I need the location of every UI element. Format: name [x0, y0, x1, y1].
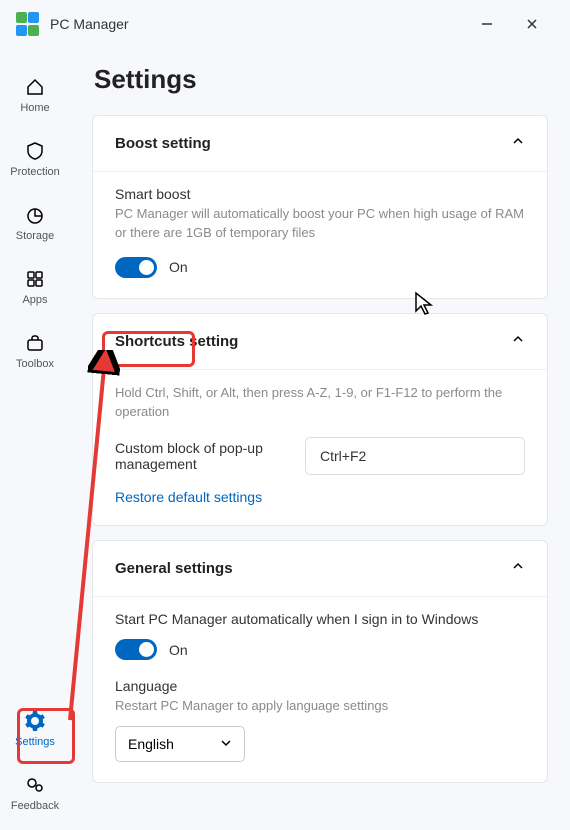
- close-button[interactable]: [509, 8, 554, 40]
- shortcuts-setting-card: Shortcuts setting Hold Ctrl, Shift, or A…: [92, 313, 548, 527]
- shortcut-input[interactable]: Ctrl+F2: [305, 437, 525, 475]
- card-title: General settings: [115, 560, 233, 577]
- main-content: Settings Boost setting Smart boost PC Ma…: [70, 48, 570, 830]
- sidebar-item-toolbox[interactable]: Toolbox: [7, 324, 63, 376]
- general-card-header[interactable]: General settings: [93, 541, 547, 596]
- sidebar-item-label: Storage: [16, 230, 55, 242]
- boost-setting-card: Boost setting Smart boost PC Manager wil…: [92, 115, 548, 299]
- smart-boost-desc: PC Manager will automatically boost your…: [115, 205, 525, 243]
- toolbox-icon: [24, 332, 46, 354]
- restore-defaults-link[interactable]: Restore default settings: [115, 489, 525, 505]
- sidebar-item-label: Home: [20, 102, 49, 114]
- sidebar-item-label: Settings: [15, 736, 55, 748]
- boost-card-header[interactable]: Boost setting: [93, 116, 547, 171]
- autostart-label: Start PC Manager automatically when I si…: [115, 611, 525, 627]
- sidebar-item-feedback[interactable]: Feedback: [7, 766, 63, 818]
- autostart-toggle[interactable]: [115, 639, 157, 660]
- apps-icon: [24, 268, 46, 290]
- chevron-down-icon: [220, 736, 232, 752]
- language-select[interactable]: English: [115, 726, 245, 762]
- sidebar-item-label: Toolbox: [16, 358, 54, 370]
- app-title: PC Manager: [50, 16, 464, 32]
- gear-icon: [24, 710, 46, 732]
- smart-boost-title: Smart boost: [115, 186, 525, 202]
- shortcuts-desc: Hold Ctrl, Shift, or Alt, then press A-Z…: [115, 384, 525, 422]
- page-title: Settings: [94, 64, 548, 95]
- sidebar-item-label: Protection: [10, 166, 60, 178]
- minimize-button[interactable]: [464, 8, 509, 40]
- toggle-state-label: On: [169, 642, 188, 658]
- language-label: Language: [115, 678, 525, 694]
- smart-boost-toggle[interactable]: [115, 257, 157, 278]
- sidebar-item-protection[interactable]: Protection: [7, 132, 63, 184]
- sidebar: Home Protection Storage Apps Toolbox Set…: [0, 48, 70, 830]
- home-icon: [24, 76, 46, 98]
- feedback-icon: [24, 774, 46, 796]
- sidebar-item-apps[interactable]: Apps: [7, 260, 63, 312]
- pie-chart-icon: [24, 204, 46, 226]
- chevron-up-icon: [511, 559, 525, 578]
- chevron-up-icon: [511, 332, 525, 351]
- language-value: English: [128, 736, 174, 752]
- card-title: Shortcuts setting: [115, 333, 238, 350]
- sidebar-item-storage[interactable]: Storage: [7, 196, 63, 248]
- sidebar-item-home[interactable]: Home: [7, 68, 63, 120]
- shortcuts-card-header[interactable]: Shortcuts setting: [93, 314, 547, 369]
- card-title: Boost setting: [115, 135, 211, 152]
- shortcut-field-label: Custom block of pop-up management: [115, 440, 285, 472]
- sidebar-item-label: Apps: [22, 294, 47, 306]
- language-desc: Restart PC Manager to apply language set…: [115, 697, 525, 716]
- shield-icon: [24, 140, 46, 162]
- toggle-state-label: On: [169, 259, 188, 275]
- general-settings-card: General settings Start PC Manager automa…: [92, 540, 548, 783]
- chevron-up-icon: [511, 134, 525, 153]
- sidebar-item-label: Feedback: [11, 800, 59, 812]
- sidebar-item-settings[interactable]: Settings: [7, 702, 63, 754]
- app-logo-icon: [16, 12, 40, 36]
